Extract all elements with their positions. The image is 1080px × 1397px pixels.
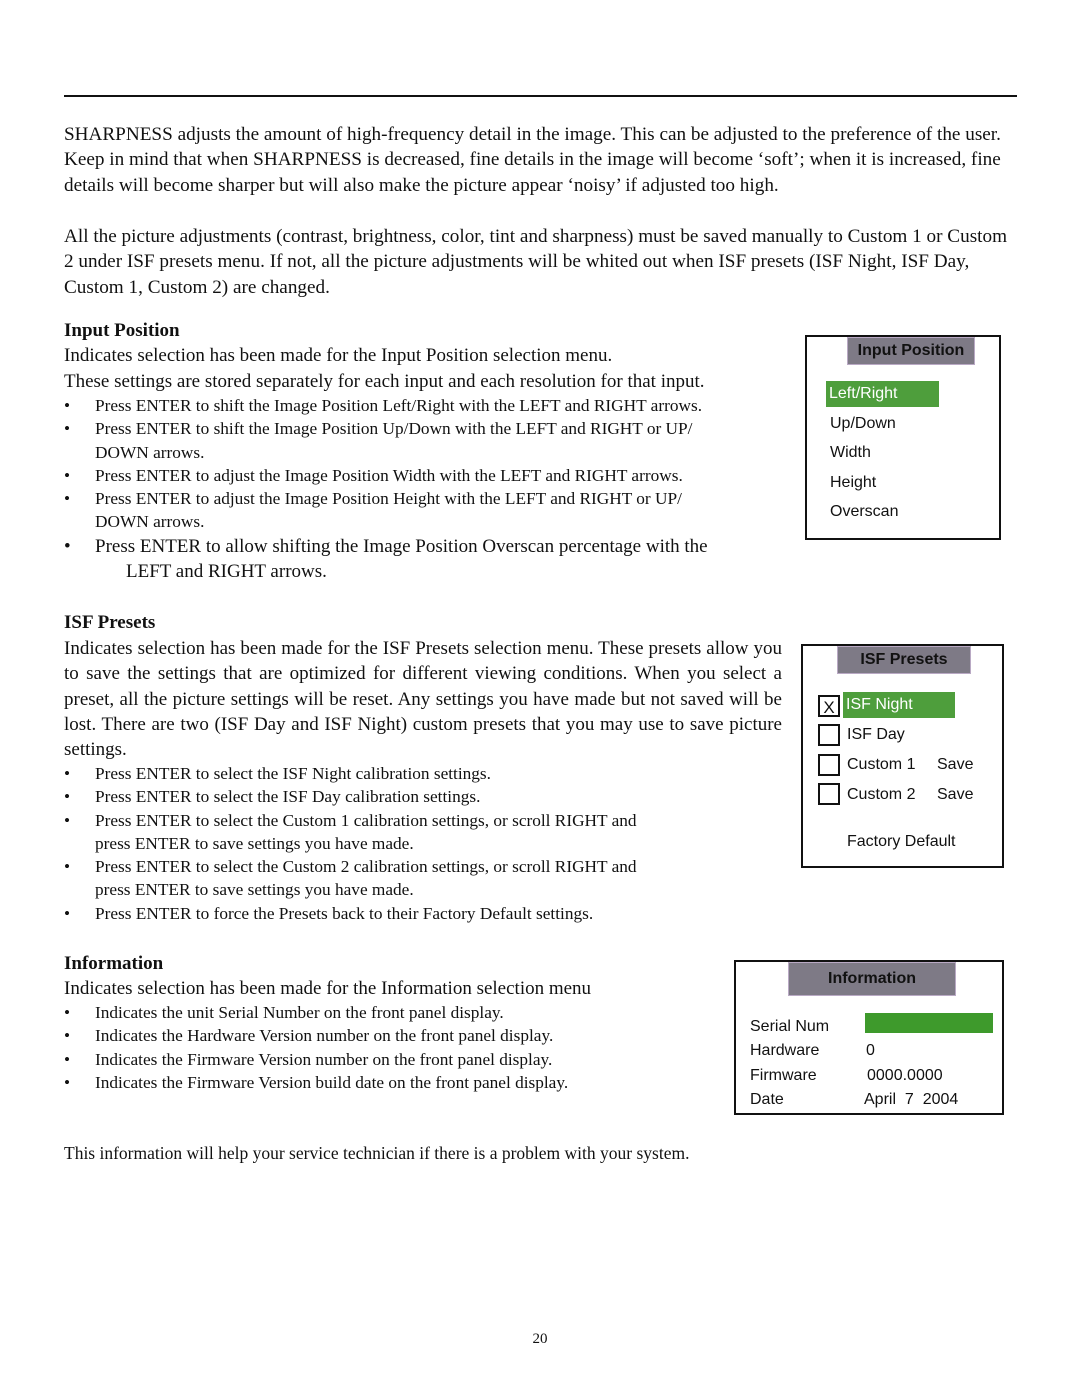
input-position-menu: Input Position Left/Right Up/Down Width … bbox=[805, 335, 1001, 540]
information-bullets: • Indicates the unit Serial Number on the… bbox=[64, 1001, 704, 1094]
menu-item-width[interactable]: Width bbox=[830, 440, 871, 466]
checkbox-isf-night[interactable]: X bbox=[818, 695, 840, 717]
input-position-line-1: Indicates selection has been made for th… bbox=[64, 345, 613, 366]
serial-num-value bbox=[865, 1013, 993, 1033]
information-menu: Information Serial Num Hardware 0 Firmwa… bbox=[734, 960, 1004, 1115]
menu-item-overscan[interactable]: Overscan bbox=[830, 499, 898, 525]
page-number: 20 bbox=[532, 1331, 548, 1347]
bullet-item: • Press ENTER to select the Custom 1 cali… bbox=[64, 810, 637, 830]
checkbox-custom-1[interactable] bbox=[818, 754, 840, 776]
menu-item-isf-night[interactable]: ISF Night bbox=[843, 692, 955, 718]
information-line: Indicates selection has been made for th… bbox=[64, 978, 592, 999]
bullet-item: • Press ENTER to select the ISF Night cal… bbox=[64, 764, 491, 783]
menu-title: ISF Presets bbox=[837, 646, 971, 674]
bullet-item: • Press ENTER to shift the Image Position… bbox=[64, 396, 703, 415]
bullet-item: • Press ENTER to allow shifting the Image… bbox=[64, 536, 708, 557]
isf-presets-paragraph: Indicates selection has been made for th… bbox=[64, 638, 782, 761]
bullet-item-continuation: LEFT and RIGHT arrows. bbox=[126, 561, 327, 582]
information-heading: Information bbox=[64, 953, 164, 974]
menu-title: Information bbox=[788, 962, 956, 996]
footer-note: This information will help your service … bbox=[64, 1143, 690, 1163]
bullet-item-continuation: DOWN arrows. bbox=[95, 442, 205, 462]
isf-presets-heading: ISF Presets bbox=[64, 612, 156, 633]
checkbox-isf-day[interactable] bbox=[818, 724, 840, 746]
sharpness-paragraph: SHARPNESS adjusts the amount of high-fre… bbox=[64, 124, 1001, 196]
menu-item-isf-day[interactable]: ISF Day bbox=[847, 722, 905, 748]
hardware-label: Hardware bbox=[750, 1042, 820, 1059]
bullet-item: • Indicates the unit Serial Number on the… bbox=[64, 1003, 504, 1022]
isf-presets-menu: ISF Presets X ISF Night ISF Day Custom 1… bbox=[801, 644, 1004, 868]
bullet-item: • Press ENTER to adjust the Image Positio… bbox=[64, 489, 682, 509]
bullet-item-continuation: press ENTER to save settings you have ma… bbox=[95, 833, 414, 853]
bullet-item: • Press ENTER to select the Custom 2 cali… bbox=[64, 857, 637, 877]
save-custom-1-button[interactable]: Save bbox=[937, 752, 973, 778]
bullet-item-continuation: DOWN arrows. bbox=[95, 512, 205, 532]
hardware-value: 0 bbox=[866, 1042, 875, 1059]
bullet-item: • Indicates the Firmware Version build da… bbox=[64, 1072, 569, 1092]
save-custom-2-button[interactable]: Save bbox=[937, 782, 973, 808]
input-position-heading: Input Position bbox=[64, 320, 180, 341]
bullet-item: • Indicates the Hardware Version number o… bbox=[64, 1026, 554, 1046]
menu-title: Input Position bbox=[847, 337, 975, 365]
bullet-item: • Press ENTER to force the Presets back t… bbox=[64, 903, 594, 923]
menu-item-custom-2[interactable]: Custom 2 bbox=[847, 782, 915, 808]
firmware-label: Firmware bbox=[750, 1067, 817, 1084]
serial-num-label: Serial Num bbox=[750, 1018, 830, 1035]
bullet-item: • Indicates the Firmware Version number o… bbox=[64, 1049, 553, 1069]
date-value: April 7 2004 bbox=[864, 1091, 959, 1108]
menu-item-left-right[interactable]: Left/Right bbox=[826, 381, 939, 407]
menu-item-up-down[interactable]: Up/Down bbox=[830, 411, 896, 437]
picture-adjustments-paragraph: All the picture adjustments (contrast, b… bbox=[64, 226, 1008, 298]
overscan-bullet: • Press ENTER to allow shifting the Image… bbox=[64, 534, 794, 584]
input-position-bullets: • Press ENTER to shift the Image Position… bbox=[64, 394, 784, 534]
checkbox-custom-2[interactable] bbox=[818, 783, 840, 805]
input-position-line-2: These settings are stored separately for… bbox=[64, 371, 705, 392]
bullet-item: • Press ENTER to select the ISF Day calib… bbox=[64, 787, 481, 807]
date-label: Date bbox=[750, 1091, 784, 1108]
menu-item-custom-1[interactable]: Custom 1 bbox=[847, 752, 915, 778]
bullet-item-continuation: press ENTER to save settings you have ma… bbox=[95, 880, 414, 900]
bullet-item: • Press ENTER to adjust the Image Positio… bbox=[64, 465, 683, 485]
header-rule bbox=[64, 95, 1017, 97]
firmware-value: 0000.0000 bbox=[867, 1067, 943, 1084]
factory-default-button[interactable]: Factory Default bbox=[847, 829, 955, 855]
bullet-item: • Press ENTER to shift the Image Position… bbox=[64, 419, 693, 439]
isf-presets-bullets: • Press ENTER to select the ISF Night cal… bbox=[64, 762, 784, 925]
menu-item-height[interactable]: Height bbox=[830, 470, 876, 496]
